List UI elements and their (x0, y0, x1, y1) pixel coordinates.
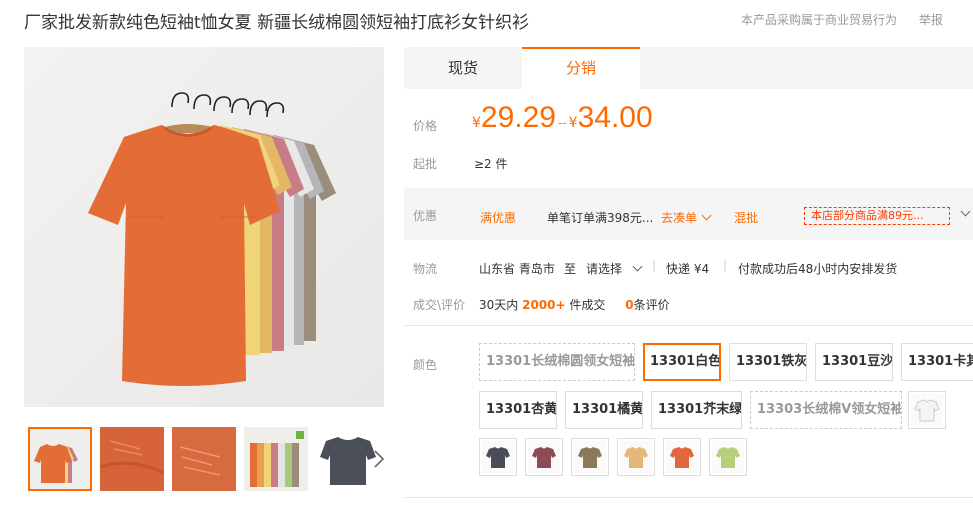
color-swatch-4[interactable] (571, 438, 609, 476)
reviews-unit: 条评价 (633, 298, 670, 312)
deals-label: 成交\评价 (413, 298, 466, 312)
tshirt-thumbnail-icon (666, 441, 698, 473)
color-swatch-5[interactable] (617, 438, 655, 476)
tab-spot[interactable]: 现货 (404, 47, 522, 89)
destination-select-label: 请选择 (586, 262, 623, 276)
tshirt-thumbnail-icon (528, 441, 560, 473)
tshirt-rack-image (88, 92, 336, 386)
thumbnail-3[interactable] (172, 427, 236, 491)
reviews-count[interactable]: 0 (625, 298, 633, 312)
thumbnail-4[interactable] (244, 427, 308, 491)
thumbnail-1[interactable] (28, 427, 92, 491)
chevron-right-icon (374, 450, 385, 468)
color-swatch-7[interactable] (709, 438, 747, 476)
color-option-4[interactable]: 13301豆沙 (815, 343, 893, 381)
go-collect-label: 去凑单 (661, 211, 698, 225)
chevron-down-icon (701, 210, 712, 221)
product-title: 厂家批发新款纯色短袖t恤女夏 新疆长绒棉圆领短袖打底衫女针织衫 (24, 13, 530, 33)
tab-distribution[interactable]: 分销 (522, 47, 640, 89)
color-option-9[interactable]: 13303长绒棉V领女短袖 (750, 391, 902, 429)
color-option-3[interactable]: 13301铁灰 (729, 343, 807, 381)
thumbnail-1-image (30, 429, 90, 489)
color-swatch-2[interactable] (479, 438, 517, 476)
destination-select[interactable]: 请选择 (586, 260, 643, 277)
purchase-mode-tabs: 现货 分销 (404, 47, 973, 89)
thumbnail-strip (24, 427, 394, 492)
ship-to-word: 至 (564, 262, 577, 276)
top-right-links: 本产品采购属于商业贸易行为 举报 (741, 11, 943, 28)
price-label: 价格 (413, 119, 438, 133)
promo-expand-button[interactable] (956, 206, 971, 221)
chevron-down-icon (632, 261, 643, 272)
price-range: ¥29.29 -- ¥34.00 (472, 101, 653, 135)
thumbnail-next-arrow[interactable] (371, 445, 387, 473)
thumbnail-3-image (172, 427, 236, 491)
price-high: 34.00 (577, 101, 653, 134)
min-order-value: ≥2 件 (474, 157, 508, 171)
thumbnail-2[interactable] (100, 427, 164, 491)
color-option-8[interactable]: 13301芥末绿 (651, 391, 742, 429)
express-fee: 快递 ¥4 (666, 262, 710, 276)
trade-notice: 本产品采购属于商业贸易行为 (741, 13, 898, 27)
color-option-5[interactable]: 13301卡其 (901, 343, 973, 381)
tshirt-thumbnail-icon (911, 394, 943, 426)
promo-label: 优惠 (413, 209, 438, 223)
currency-symbol: ¥ (472, 115, 481, 131)
full-discount-text: 单笔订单满398元... (547, 211, 654, 225)
color-option-1[interactable]: 13301长绒棉圆领女短袖 (479, 343, 635, 381)
deals-period: 30天内 (479, 298, 519, 312)
color-swatch-3[interactable] (525, 438, 563, 476)
bottom-divider (404, 497, 973, 498)
price-separator: -- (558, 116, 567, 130)
deals-summary: 30天内 2000+ 件成交 0条评价 (479, 296, 670, 313)
color-swatch-1[interactable] (908, 391, 946, 429)
main-product-image[interactable] (24, 47, 384, 407)
ship-from: 山东省 青岛市 (479, 262, 555, 276)
color-swatch-6[interactable] (663, 438, 701, 476)
tshirt-thumbnail-icon (712, 441, 744, 473)
deals-count-unit: 件成交 (569, 298, 606, 312)
mixed-batch-tag[interactable]: 混批 (734, 209, 758, 226)
deals-count: 2000+ (522, 298, 566, 312)
full-discount-tag: 满优惠 (480, 211, 517, 225)
min-order-label: 起批 (413, 157, 438, 171)
tshirt-thumbnail-icon (574, 441, 606, 473)
color-option-2[interactable]: 13301白色 (643, 343, 721, 381)
color-option-7[interactable]: 13301橘黄 (565, 391, 643, 429)
color-label: 颜色 (413, 358, 438, 372)
logistics-divider: | (652, 258, 657, 272)
store-promo-tag[interactable]: 本店部分商品满89元... (804, 207, 950, 225)
tshirt-thumbnail-icon (482, 441, 514, 473)
chevron-down-icon (960, 206, 971, 217)
price-low: 29.29 (480, 101, 556, 134)
tshirt-thumbnail-icon (620, 441, 652, 473)
logistics-divider-2: | (723, 258, 728, 272)
section-divider (404, 325, 973, 326)
thumbnail-4-image (244, 427, 308, 491)
currency-symbol-2: ¥ (568, 115, 578, 131)
report-link[interactable]: 举报 (919, 13, 943, 27)
logistics-label: 物流 (413, 262, 438, 276)
ship-note: 付款成功后48小时内安排发货 (738, 262, 898, 276)
go-collect-button[interactable]: 去凑单 (661, 209, 712, 226)
color-option-6[interactable]: 13301杏黄 (479, 391, 557, 429)
thumbnail-2-image (100, 427, 164, 491)
